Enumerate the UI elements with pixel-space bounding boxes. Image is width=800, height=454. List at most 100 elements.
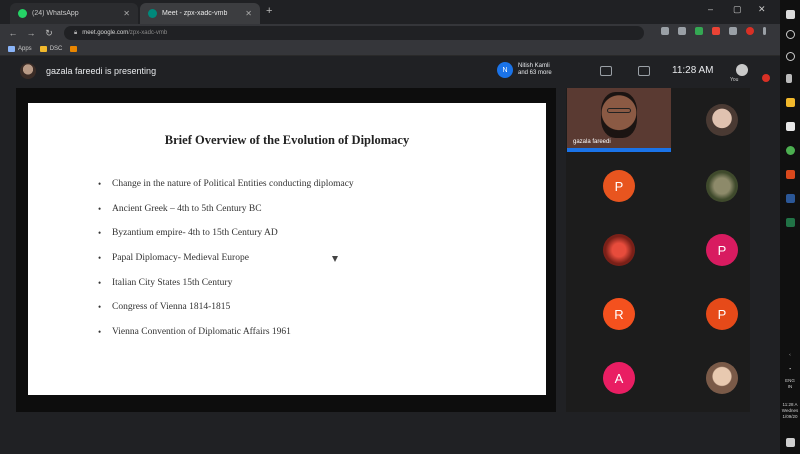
close-tab-icon[interactable]: ✕ xyxy=(123,9,130,18)
browser-window: (24) WhatsApp ✕ Meet - zpx-xadc-vmb ✕ + … xyxy=(0,0,780,454)
lock-icon: 🔒︎ xyxy=(74,29,78,36)
tab-whatsapp[interactable]: (24) WhatsApp ✕ xyxy=(10,3,138,24)
participant-photo[interactable] xyxy=(706,170,738,202)
extension-icon[interactable] xyxy=(712,27,720,35)
extension-icon[interactable] xyxy=(695,27,703,35)
new-tab-button[interactable]: + xyxy=(266,5,272,17)
address-bar[interactable]: 🔒︎ meet.google.com /zpx-xadc-vmb xyxy=(64,26,644,40)
bookmark-apps[interactable]: Apps xyxy=(8,45,32,52)
slide-bullet: • Vienna Convention of Diplomatic Affairs… xyxy=(98,327,354,352)
bullet-icon: • xyxy=(98,327,102,338)
chat-icon[interactable] xyxy=(638,66,650,76)
bookmark-label: Apps xyxy=(18,45,32,52)
taskbar-clock[interactable]: 11:28 A xyxy=(780,402,800,407)
camera-icon[interactable] xyxy=(661,27,669,35)
bullet-icon: • xyxy=(98,179,102,189)
speaking-indicator xyxy=(567,150,671,152)
profile-icon[interactable] xyxy=(746,27,754,35)
meet-icon xyxy=(148,9,157,18)
participant-video xyxy=(601,92,637,138)
whatsapp-icon xyxy=(18,9,27,18)
cortana-icon[interactable] xyxy=(786,52,795,61)
url-path: /zpx-xadc-vmb xyxy=(128,30,168,36)
bullet-text: Byzantium empire- 4th to 15th Century AD xyxy=(112,228,278,239)
participant-avatar[interactable]: R xyxy=(603,298,635,330)
participant-avatar[interactable]: P xyxy=(706,234,738,266)
chrome-icon[interactable] xyxy=(786,146,795,155)
forward-arrow-icon[interactable]: → xyxy=(26,28,36,38)
meeting-clock: 11:28 AM xyxy=(672,65,714,76)
participant-photo[interactable] xyxy=(706,362,738,394)
slide-bullet: • Change in the nature of Political Entit… xyxy=(98,179,354,204)
tab-label: Meet - zpx-xadc-vmb xyxy=(162,10,228,17)
slide-bullet: • Congress of Vienna 1814-1815 xyxy=(98,302,354,327)
bullet-text: Italian City States 15th Century xyxy=(112,277,233,288)
url-host: meet.google.com xyxy=(82,30,129,36)
taskbar-day: Wednes xyxy=(781,408,799,413)
powerpoint-icon[interactable] xyxy=(786,170,795,179)
task-view-icon[interactable] xyxy=(786,74,792,83)
word-icon[interactable] xyxy=(786,194,795,203)
close-tab-icon[interactable]: ✕ xyxy=(245,9,252,18)
bullet-text: Papal Diplomacy- Medieval Europe xyxy=(112,253,249,264)
slide-bullets: • Change in the nature of Political Entit… xyxy=(98,179,354,352)
participants-text: Nitish Kamli and 63 more xyxy=(518,63,552,77)
region-indicator: IN xyxy=(787,384,793,389)
search-icon[interactable] xyxy=(786,30,795,39)
participant-photo[interactable] xyxy=(706,104,738,136)
minimize-button[interactable]: – xyxy=(708,4,713,14)
participant-name: gazala fareedi xyxy=(573,139,611,145)
participant-avatar[interactable]: A xyxy=(603,362,635,394)
bullet-text: Change in the nature of Political Entiti… xyxy=(112,179,354,189)
apps-grid-icon xyxy=(8,45,15,52)
bullet-text: Vienna Convention of Diplomatic Affairs … xyxy=(112,327,291,338)
participant-avatar[interactable]: P xyxy=(706,298,738,330)
slide-bullet: • Papal Diplomacy- Medieval Europe xyxy=(98,253,354,278)
bookmark-folder[interactable]: DSC xyxy=(39,45,62,52)
tab-strip: (24) WhatsApp ✕ Meet - zpx-xadc-vmb ✕ + … xyxy=(0,0,780,24)
reload-icon[interactable]: ↻ xyxy=(44,28,54,39)
participant-avatar: N xyxy=(497,62,513,78)
participant-name: Nitish Kamli xyxy=(518,63,550,69)
excel-icon[interactable] xyxy=(786,218,795,227)
star-icon[interactable] xyxy=(678,27,686,35)
glasses-detail xyxy=(607,108,631,113)
bookmark-folder[interactable] xyxy=(70,45,78,52)
bullet-icon: • xyxy=(98,253,102,264)
slide-bullet: • Byzantium empire- 4th to 15th Century A… xyxy=(98,228,354,253)
tray-chevron-icon[interactable]: ‹ xyxy=(780,352,800,357)
puzzle-icon[interactable] xyxy=(729,27,737,35)
self-label: You xyxy=(730,77,739,83)
windows-start-icon[interactable] xyxy=(786,10,795,19)
slide-bullet: • Italian City States 15th Century xyxy=(98,278,354,303)
bullet-icon: • xyxy=(98,277,102,288)
layout-icon[interactable] xyxy=(600,66,612,76)
participants-summary[interactable]: N Nitish Kamli and 63 more xyxy=(497,62,552,78)
back-arrow-icon[interactable]: ← xyxy=(8,28,18,38)
mouse-cursor-icon xyxy=(332,256,338,262)
file-explorer-icon[interactable] xyxy=(786,98,795,107)
participant-photo[interactable] xyxy=(603,234,635,266)
meet-header: gazala fareedi is presenting N Nitish Ka… xyxy=(0,56,780,88)
participant-avatar[interactable]: P xyxy=(603,170,635,202)
tab-meet[interactable]: Meet - zpx-xadc-vmb ✕ xyxy=(140,3,260,24)
meet-bottom-area xyxy=(0,412,780,454)
language-indicator[interactable]: ENG xyxy=(780,378,800,383)
menu-icon[interactable] xyxy=(763,27,766,35)
featured-participant-tile[interactable]: gazala fareedi xyxy=(567,88,671,150)
self-view[interactable]: You xyxy=(730,62,770,83)
notification-icon[interactable] xyxy=(786,438,795,447)
windows-taskbar: ‹ ▪ ENG IN 11:28 A Wednes 1/09/20 xyxy=(780,0,800,454)
bullet-icon: • xyxy=(98,203,102,214)
store-icon[interactable] xyxy=(786,122,795,131)
close-window-button[interactable]: ✕ xyxy=(758,4,766,15)
slide-bullet: • Ancient Greek – 4th to 5th Century BC xyxy=(98,204,354,229)
maximize-button[interactable]: ▢ xyxy=(733,4,742,15)
slide-title: Brief Overview of the Evolution of Diplo… xyxy=(164,133,410,147)
network-icon[interactable]: ▪ xyxy=(780,366,800,371)
participant-count: and 63 more xyxy=(518,70,552,76)
presenter-avatar xyxy=(20,63,36,79)
taskbar-date: 1/09/20 xyxy=(782,414,798,419)
presentation-slide: Brief Overview of the Evolution of Diplo… xyxy=(28,103,546,395)
bullet-icon: • xyxy=(98,302,102,313)
